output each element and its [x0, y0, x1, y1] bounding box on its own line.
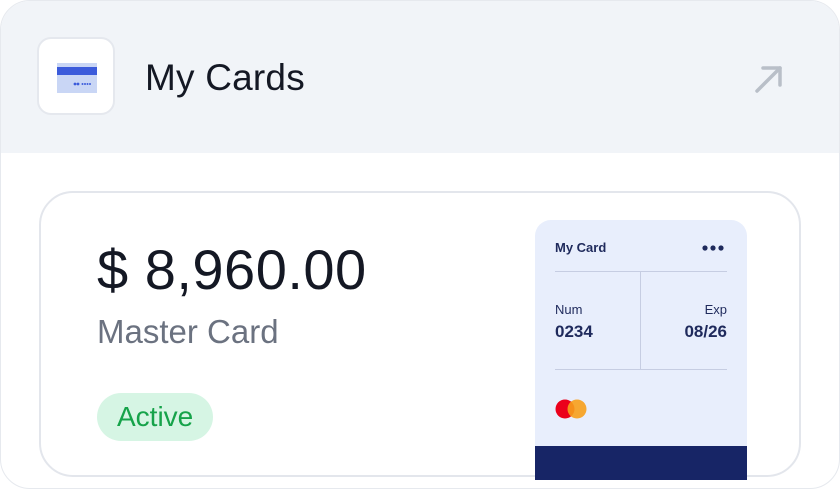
card-preview-title: My Card	[555, 240, 607, 255]
widget-title: My Cards	[145, 57, 305, 98]
card-balance: $ 8,960.00	[97, 238, 367, 301]
card-number-label: Num	[555, 302, 583, 317]
divider	[555, 271, 727, 272]
card-summary-panel[interactable]: $ 8,960.00 Master Card Active My Card Nu…	[39, 191, 801, 480]
mastercard-logo	[554, 398, 590, 420]
more-horizontal-icon[interactable]	[701, 240, 725, 256]
card-expiry-value: 08/26	[684, 322, 727, 341]
card-expiry-label: Exp	[704, 302, 727, 317]
divider	[640, 272, 641, 369]
credit-card-icon	[37, 37, 115, 115]
card-number-value: 0234	[555, 322, 593, 341]
card-type-label: Master Card	[97, 313, 279, 350]
my-cards-widget: My Cards $ 8,960.00 Master Card Active M…	[0, 0, 840, 489]
widget-header: My Cards	[1, 1, 839, 153]
card-stripe	[535, 446, 747, 480]
card-preview[interactable]: My Card Num 0234 Exp 08/26	[535, 220, 747, 480]
status-badge: Active	[97, 393, 214, 441]
arrow-up-right-icon[interactable]	[749, 59, 789, 99]
divider	[555, 369, 727, 370]
